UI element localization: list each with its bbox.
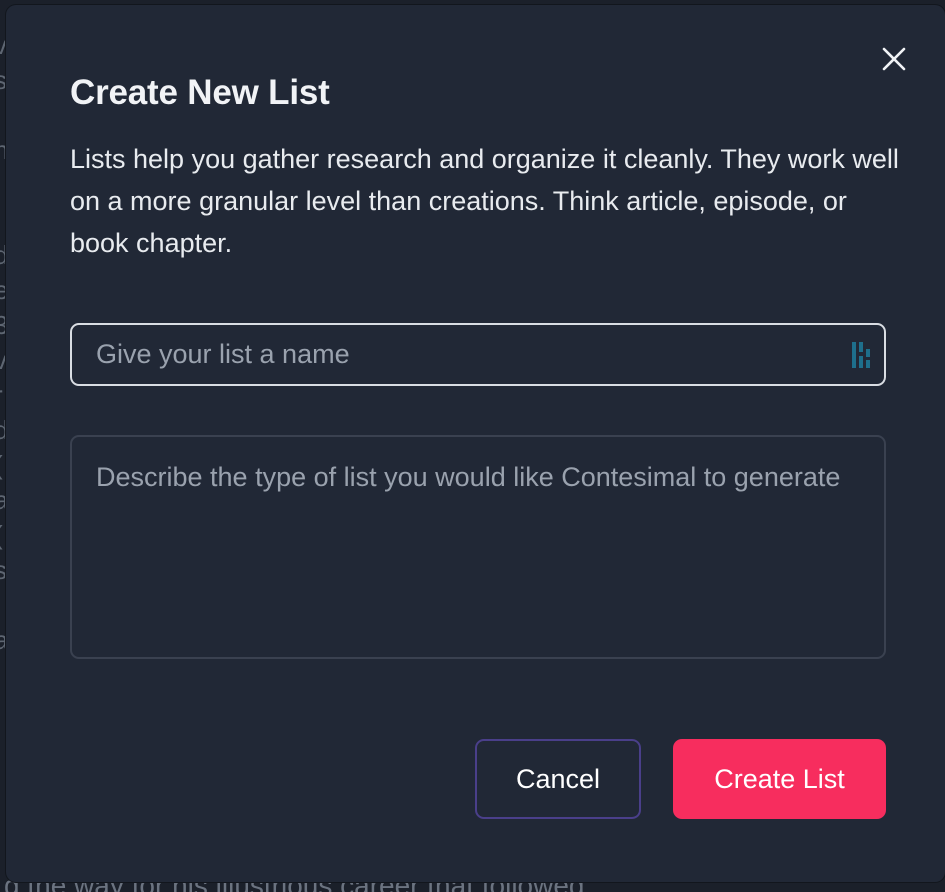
list-description-textarea[interactable] [72, 437, 884, 657]
modal-description: Lists help you gather research and organ… [70, 144, 899, 258]
create-list-modal: Create New List Lists help you gather re… [6, 5, 945, 882]
list-name-field [70, 323, 886, 386]
create-list-button[interactable]: Create List [673, 739, 886, 819]
cancel-button[interactable]: Cancel [475, 739, 641, 819]
close-icon[interactable] [876, 41, 912, 77]
list-description-field [70, 435, 886, 659]
list-name-input[interactable] [72, 325, 884, 384]
grammar-extension-icon[interactable] [850, 340, 876, 370]
modal-title: Create New List [70, 73, 330, 112]
